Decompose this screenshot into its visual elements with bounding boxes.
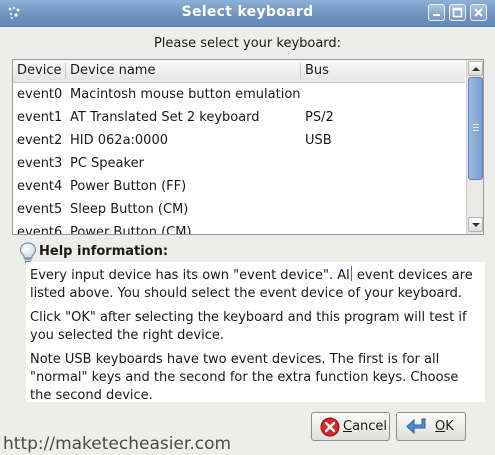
ok-button[interactable]: OK	[396, 412, 466, 441]
help-text-box: Every input device has its own "event de…	[26, 262, 485, 403]
maximize-button[interactable]	[449, 4, 466, 21]
cancel-label: Cancel	[343, 419, 388, 434]
device-cell: event3	[17, 156, 63, 171]
window-title: Select keyboard	[181, 4, 314, 20]
maximize-icon	[452, 7, 463, 18]
table-row[interactable]: event3 PC Speaker	[13, 152, 465, 175]
scrollbar-thumb[interactable]	[468, 77, 483, 180]
device-name-cell: Power Button (CM)	[70, 225, 192, 234]
chevron-down-icon	[472, 223, 480, 227]
device-cell: event2	[17, 133, 63, 148]
help-title: Help information:	[39, 244, 169, 259]
ok-label: OK	[435, 419, 454, 434]
bus-cell: PS/2	[305, 110, 334, 125]
table-row[interactable]: event2 HID 062a:0000 USB	[13, 129, 465, 152]
table-row[interactable]: event4 Power Button (FF)	[13, 175, 465, 198]
vertical-scrollbar[interactable]	[466, 60, 483, 234]
watermark: http://maketecheasier.com	[3, 434, 232, 454]
cancel-icon	[320, 417, 340, 447]
table-row[interactable]: event1 AT Translated Set 2 keyboard PS/2	[13, 106, 465, 129]
table-row[interactable]: event6 Power Button (CM)	[13, 221, 465, 234]
device-cell: event6	[17, 225, 63, 234]
device-name-cell: AT Translated Set 2 keyboard	[70, 110, 260, 125]
help-paragraph: Every input device has its own "event de…	[30, 266, 481, 303]
device-name-cell: HID 062a:0000	[70, 133, 168, 148]
help-text: Every input device has its own "event de…	[30, 268, 350, 283]
help-paragraph: Click "OK" after selecting the keyboard …	[30, 310, 467, 343]
scroll-down-button[interactable]	[468, 217, 483, 232]
lightbulb-icon	[18, 242, 38, 264]
minimize-button[interactable]	[428, 4, 445, 21]
cancel-button[interactable]: Cancel	[311, 412, 390, 441]
select-keyboard-dialog: Select keyboard Please select your keybo…	[0, 0, 495, 455]
close-button[interactable]	[470, 4, 487, 21]
table-row[interactable]: event5 Sleep Button (CM)	[13, 198, 465, 221]
device-name-cell: Macintosh mouse button emulation	[70, 87, 301, 102]
device-name-cell: PC Speaker	[70, 156, 144, 171]
device-name-cell: Sleep Button (CM)	[70, 202, 189, 217]
chevron-up-icon	[472, 67, 480, 71]
table-row[interactable]: event0 Macintosh mouse button emulation	[13, 83, 465, 106]
list-header: Device Device name Bus	[13, 60, 465, 83]
list-rows: event0 Macintosh mouse button emulation …	[13, 83, 465, 234]
device-list[interactable]: Device Device name Bus event0 Macintosh …	[12, 59, 484, 235]
minimize-icon	[433, 14, 440, 16]
column-header-bus[interactable]: Bus	[301, 60, 465, 82]
bus-cell: USB	[305, 133, 332, 148]
device-name-cell: Power Button (FF)	[70, 179, 187, 194]
device-cell: event0	[17, 87, 63, 102]
scroll-up-button[interactable]	[468, 61, 483, 76]
device-cell: event5	[17, 202, 63, 217]
close-icon	[474, 8, 483, 17]
column-header-device[interactable]: Device	[13, 60, 65, 82]
title-bar[interactable]: Select keyboard	[0, 0, 495, 27]
device-cell: event1	[17, 110, 63, 125]
text-cursor	[350, 266, 352, 281]
device-cell: event4	[17, 179, 63, 194]
help-paragraph: Note USB keyboards have two event device…	[30, 352, 459, 403]
ok-arrow-icon	[405, 417, 429, 447]
select-prompt: Please select your keyboard:	[153, 36, 342, 51]
column-header-device-name[interactable]: Device name	[66, 60, 300, 82]
